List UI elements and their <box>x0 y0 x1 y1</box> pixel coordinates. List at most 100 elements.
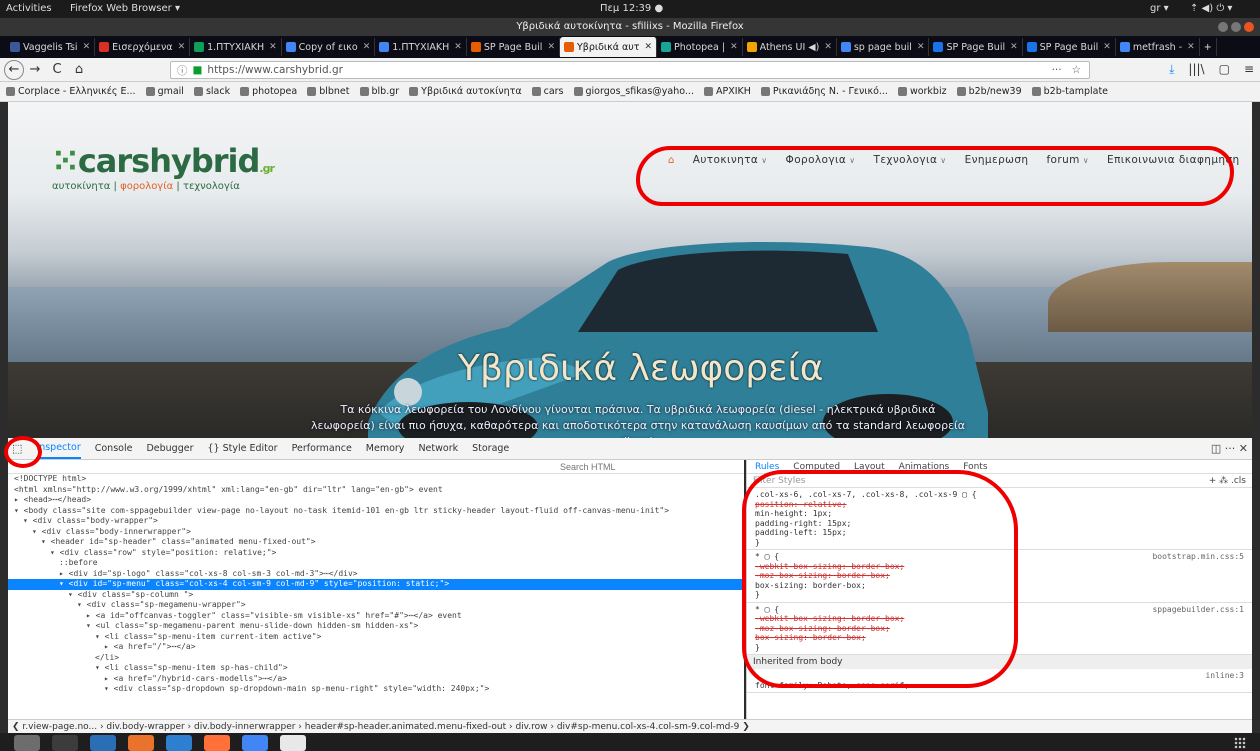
tab-close-icon[interactable]: ✕ <box>269 42 277 52</box>
rule-declaration[interactable]: } <box>755 538 1244 548</box>
system-tray[interactable]: ⇡ ◀) ⏻ ▾ <box>1190 3 1232 14</box>
browser-tab[interactable]: Vaggelis Tsi ✕ <box>6 38 96 56</box>
site-menu-item[interactable]: Φορολογια ∨ <box>786 154 856 166</box>
markup-node[interactable]: ▾ <div class="sp-dropdown sp-dropdown-ma… <box>8 684 744 695</box>
bookmark-item[interactable]: blbnet <box>307 86 350 97</box>
activities-button[interactable]: Activities <box>6 3 52 14</box>
dock-app-app8-icon[interactable] <box>280 734 306 751</box>
bookmark-item[interactable]: gmail <box>145 86 184 97</box>
bookmark-item[interactable]: photopea <box>240 86 297 97</box>
home-button[interactable]: ⌂ <box>68 60 90 80</box>
menu-home-icon[interactable]: ⌂ <box>668 155 675 166</box>
bookmark-item[interactable]: slack <box>193 86 230 97</box>
markup-node[interactable]: ▸ <a href="/">⋯</a> <box>8 642 744 653</box>
markup-node[interactable]: ▾ <div class="body-wrapper"> <box>8 516 744 527</box>
library-icon[interactable]: |||\ <box>1188 62 1204 77</box>
devtools-tab[interactable]: Storage <box>472 443 509 454</box>
browser-tab[interactable]: SP Page Buil ✕ <box>1023 38 1116 56</box>
markup-node[interactable]: ▾ <li class="sp-menu-item sp-has-child"> <box>8 663 744 674</box>
info-icon[interactable]: ⓘ <box>177 63 188 78</box>
browser-tab[interactable]: SP Page Buil ✕ <box>929 38 1023 56</box>
hamburger-menu-icon[interactable]: ≡ <box>1244 62 1254 77</box>
devtools-actions[interactable]: ◫ ··· ✕ <box>1211 442 1248 455</box>
rule-declaration[interactable]: box-sizing: border-box; <box>755 581 1244 591</box>
bookmark-item[interactable]: blb.gr <box>359 86 399 97</box>
rule-declaration[interactable]: padding-left: 15px; <box>755 528 1244 538</box>
bookmark-item[interactable]: b2b/new39 <box>956 86 1022 97</box>
dock-app-files-icon[interactable] <box>14 734 40 751</box>
rule-declaration[interactable]: padding-right: 15px; <box>755 519 1244 529</box>
rule-declaration[interactable]: -moz-box-sizing: border-box; <box>755 571 1244 581</box>
dock-app-firefox-icon[interactable] <box>204 734 230 751</box>
site-menu-item[interactable]: Επικοινωνια διαφημηση <box>1107 154 1240 166</box>
rule-selector[interactable]: .col-xs-6, .col-xs-7, .col-xs-8, .col-xs… <box>755 490 1244 500</box>
reload-button[interactable]: C <box>46 60 68 80</box>
rule-declaration[interactable]: font-family: Roboto, sans-serif; <box>755 681 1244 691</box>
markup-node[interactable]: <html xmlns="http://www.w3.org/1999/xhtm… <box>8 485 744 496</box>
rules-subtab[interactable]: Computed <box>793 462 840 472</box>
devtools-tab[interactable]: {} Style Editor <box>207 443 277 454</box>
tab-close-icon[interactable]: ✕ <box>547 42 555 52</box>
rule-declaration[interactable]: } <box>755 590 1244 600</box>
url-bar[interactable]: ⓘ ■ https://www.carshybrid.gr ··· ☆ <box>170 61 1090 79</box>
devtools-breadcrumbs[interactable]: ❮ r.view-page.no... › div.body-wrapper ›… <box>8 719 1252 733</box>
downloads-icon[interactable]: ⤓ <box>1169 62 1174 77</box>
devtools-tab[interactable]: Memory <box>366 443 405 454</box>
bookmark-item[interactable]: Υβριδικά αυτοκίνητα <box>409 86 522 97</box>
browser-tab[interactable]: sp page buil ✕ <box>837 38 930 56</box>
browser-tab[interactable]: Athens UI ◀) ✕ <box>743 38 837 56</box>
rule-declaration[interactable]: min-height: 1px; <box>755 509 1244 519</box>
rule-selector[interactable]: * ▢ {bootstrap.min.css:5 <box>755 552 1244 562</box>
tab-close-icon[interactable]: ✕ <box>644 42 652 52</box>
devtools-tab[interactable]: Debugger <box>146 443 193 454</box>
rules-subtab[interactable]: Animations <box>899 462 950 472</box>
app-menu[interactable]: Firefox Web Browser ▾ <box>70 3 180 14</box>
markup-node[interactable]: ▾ <body class="site com-sppagebuilder vi… <box>8 506 744 517</box>
rule-declaration[interactable]: -moz-box-sizing: border-box; <box>755 624 1244 634</box>
rule-declaration[interactable]: position: relative; <box>755 500 1244 510</box>
search-html-input[interactable] <box>560 460 740 473</box>
markup-node[interactable]: ▾ <ul class="sp-megamenu-parent menu-sli… <box>8 621 744 632</box>
bookmark-item[interactable]: giorgos_sfikas@yaho... <box>573 86 694 97</box>
dock-app-writer-icon[interactable] <box>90 734 116 751</box>
page-actions-button[interactable]: ··· <box>1052 64 1062 76</box>
site-menu-item[interactable]: forum ∨ <box>1046 154 1089 166</box>
url-text[interactable]: https://www.carshybrid.gr <box>207 64 343 76</box>
markup-node[interactable]: ▸ <a href="/hybrid-cars-modells">⋯</a> <box>8 674 744 685</box>
forward-button[interactable]: → <box>24 60 46 80</box>
clock[interactable]: Πεμ 12:39 ● <box>600 3 663 14</box>
bookmark-item[interactable]: ΑΡΧΙΚΗ <box>703 86 751 97</box>
maximize-icon[interactable] <box>1231 22 1241 32</box>
tab-close-icon[interactable]: ✕ <box>83 42 91 52</box>
bookmark-item[interactable]: workbiz <box>897 86 947 97</box>
markup-node[interactable]: ▸ <div id="sp-logo" class="col-xs-8 col-… <box>8 569 744 580</box>
browser-tab[interactable]: 1.ΠΤΥΧΙΑΚΗ ✕ <box>190 38 282 56</box>
element-picker-icon[interactable]: ⬚ <box>12 442 22 455</box>
browser-tab[interactable]: Εισερχόμενα ✕ <box>95 38 191 56</box>
browser-tab[interactable]: metfrash - ✕ <box>1116 38 1200 56</box>
markup-node[interactable]: ▾ <div class="sp-megamenu-wrapper"> <box>8 600 744 611</box>
site-menu-item[interactable]: Ενημερωση <box>965 154 1029 166</box>
rule-source-link[interactable]: sppagebuilder.css:1 <box>1152 605 1244 615</box>
site-menu-item[interactable]: Τεχνολογια ∨ <box>874 154 947 166</box>
dock-app-help-icon[interactable] <box>166 734 192 751</box>
browser-tab[interactable]: Υβριδικά αυτ ✕ <box>559 37 658 57</box>
filter-styles-input[interactable]: Filter Styles <box>753 476 805 486</box>
bookmark-item[interactable]: b2b-tamplate <box>1031 86 1108 97</box>
markup-node[interactable]: ▾ <div class="sp-column "> <box>8 590 744 601</box>
tab-close-icon[interactable]: ✕ <box>917 42 925 52</box>
browser-tab[interactable]: Copy of εικο ✕ <box>282 38 376 56</box>
dock-app-software-center-icon[interactable] <box>128 734 154 751</box>
new-tab-button[interactable]: + <box>1200 38 1217 56</box>
markup-node[interactable]: <!DOCTYPE html> <box>8 474 744 485</box>
rule-declaration[interactable]: } <box>755 643 1244 653</box>
tab-close-icon[interactable]: ✕ <box>730 42 738 52</box>
markup-node[interactable]: ▾ <header id="sp-header" class="animated… <box>8 537 744 548</box>
show-applications-icon[interactable] <box>1234 737 1246 749</box>
minimize-icon[interactable] <box>1218 22 1228 32</box>
dock-app-app2-icon[interactable] <box>52 734 78 751</box>
rules-subtab[interactable]: Layout <box>854 462 885 472</box>
browser-tab[interactable]: SP Page Buil ✕ <box>467 38 560 56</box>
tab-close-icon[interactable]: ✕ <box>363 42 371 52</box>
close-window-icon[interactable] <box>1244 22 1254 32</box>
